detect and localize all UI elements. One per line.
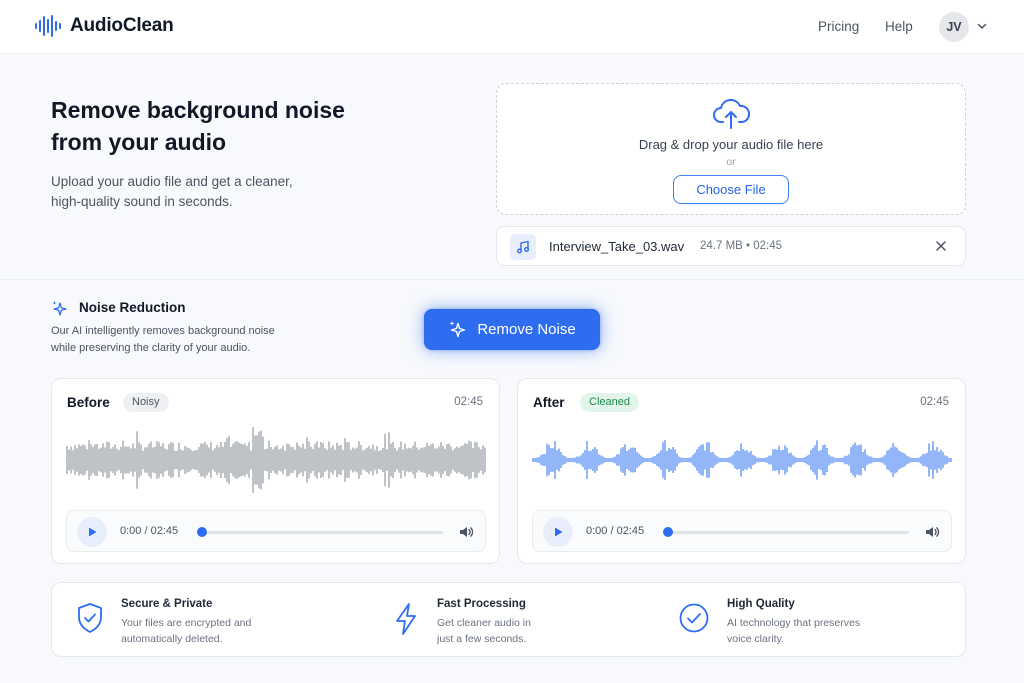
feature-title: High Quality	[727, 598, 795, 610]
feature-title: Fast Processing	[437, 598, 526, 610]
after-waveform[interactable]	[532, 424, 952, 496]
play-icon	[89, 527, 97, 537]
before-player-time: 0:00 / 02:45	[120, 525, 179, 537]
logo[interactable]: AudioClean	[34, 14, 174, 38]
remove-noise-label: Remove Noise	[477, 321, 576, 338]
noise-reduction-desc-line1: Our AI intelligently removes background …	[51, 325, 275, 337]
after-progress-track[interactable]	[668, 531, 909, 534]
before-waveform[interactable]	[66, 424, 486, 496]
page-title: Remove background noise from your audio	[51, 94, 471, 158]
app-name: AudioClean	[70, 15, 174, 36]
before-player: 0:00 / 02:45	[66, 510, 486, 552]
sparkle-icon	[449, 321, 466, 338]
after-player: 0:00 / 02:45	[532, 510, 952, 552]
noise-reduction-description: Our AI intelligently removes background …	[51, 323, 311, 357]
feature-desc-line2: automatically deleted.	[121, 633, 223, 645]
feature-desc-line2: just a few seconds.	[437, 633, 527, 645]
noisy-badge: Noisy	[123, 393, 169, 412]
nav-pricing[interactable]: Pricing	[818, 19, 859, 34]
page-title-line2: from your audio	[51, 129, 227, 155]
after-player-time: 0:00 / 02:45	[586, 525, 645, 537]
after-play-button[interactable]	[543, 517, 573, 547]
feature-description: Get cleaner audio in just a few seconds.	[437, 615, 597, 647]
page-subtitle-line2: high-quality sound in seconds.	[51, 194, 233, 209]
feature-title: Secure & Private	[121, 598, 213, 610]
sparkle-icon	[52, 301, 67, 316]
drop-or-label: or	[726, 156, 736, 168]
file-name: Interview_Take_03.wav	[549, 239, 685, 254]
lightning-icon	[396, 603, 416, 635]
features-bar: Secure & Private Your files are encrypte…	[51, 582, 966, 657]
drop-instructions: Drag & drop your audio file here	[638, 137, 824, 152]
nav-help[interactable]: Help	[885, 19, 913, 34]
before-duration: 02:45	[454, 396, 483, 408]
music-note-icon	[510, 234, 536, 260]
before-progress-track[interactable]	[202, 531, 443, 534]
check-circle-icon	[679, 603, 709, 633]
before-card: Before Noisy 02:45 0:00 / 02:45	[51, 378, 500, 564]
close-icon[interactable]	[934, 239, 948, 253]
before-progress-knob[interactable]	[197, 527, 207, 537]
before-play-button[interactable]	[77, 517, 107, 547]
page-subtitle: Upload your audio file and get a cleaner…	[51, 172, 351, 212]
feature-desc-line1: Your files are encrypted and	[121, 617, 252, 629]
feature-desc-line1: Get cleaner audio in	[437, 617, 531, 629]
choose-file-button[interactable]: Choose File	[673, 175, 789, 204]
chevron-down-icon[interactable]	[976, 20, 988, 32]
after-progress-knob[interactable]	[663, 527, 673, 537]
shield-check-icon	[78, 603, 102, 633]
remove-noise-button[interactable]: Remove Noise	[424, 309, 600, 350]
feature-desc-line1: AI technology that preserves	[727, 617, 861, 629]
feature-description: Your files are encrypted and automatical…	[121, 615, 281, 647]
play-icon	[555, 527, 563, 537]
file-meta: 24.7 MB • 02:45	[700, 240, 783, 252]
upload-dropzone[interactable]: Drag & drop your audio file here or Choo…	[496, 83, 966, 215]
volume-icon[interactable]	[924, 524, 940, 540]
noise-reduction-desc-line2: while preserving the clarity of your aud…	[51, 342, 251, 354]
section-divider	[0, 279, 1024, 280]
waveform-logo-icon	[35, 15, 61, 37]
uploaded-file-row: Interview_Take_03.wav 24.7 MB • 02:45	[496, 226, 966, 266]
avatar[interactable]: JV	[939, 12, 969, 42]
feature-description: AI technology that preserves voice clari…	[727, 615, 887, 647]
noise-reduction-title: Noise Reduction	[79, 300, 186, 315]
top-header: AudioClean Pricing Help JV	[0, 0, 1024, 54]
after-duration: 02:45	[920, 396, 949, 408]
page-subtitle-line1: Upload your audio file and get a cleaner…	[51, 174, 293, 189]
volume-icon[interactable]	[458, 524, 474, 540]
cloud-upload-icon	[713, 98, 750, 129]
feature-desc-line2: voice clarity.	[727, 633, 784, 645]
after-title: After	[533, 395, 565, 410]
page-title-line1: Remove background noise	[51, 97, 345, 123]
after-card: After Cleaned 02:45 0:00 / 02:45	[517, 378, 966, 564]
cleaned-badge: Cleaned	[580, 393, 639, 412]
before-title: Before	[67, 395, 110, 410]
